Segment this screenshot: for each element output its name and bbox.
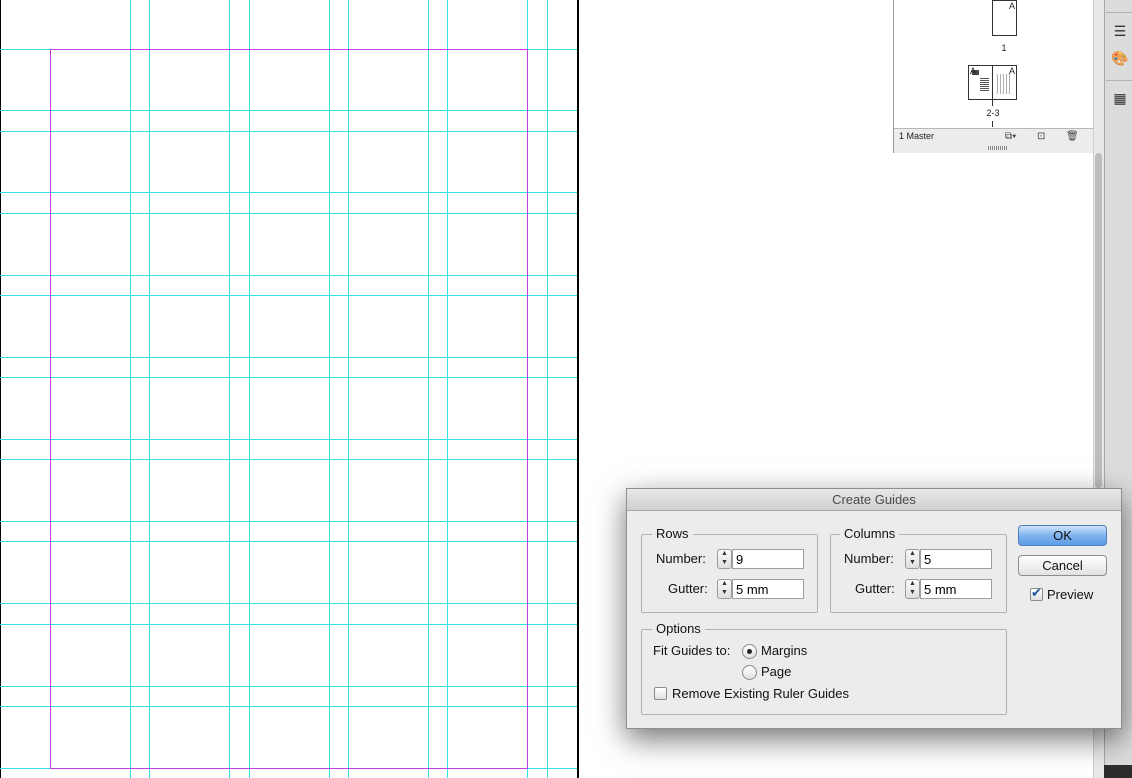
columns-number-label: Number: (844, 551, 894, 566)
panel-resize-grip[interactable] (988, 146, 1008, 150)
rows-number-label: Number: (656, 551, 706, 566)
vertical-guide[interactable] (249, 0, 250, 778)
columns-gutter-label: Gutter: (855, 581, 895, 596)
document-page[interactable] (0, 0, 578, 778)
horizontal-guide[interactable] (0, 192, 577, 193)
fit-page-label[interactable]: Page (761, 664, 791, 679)
page-2-master-label: A (970, 66, 977, 76)
page-1-master-label: A (1009, 1, 1016, 11)
lines-icon[interactable]: ☰ (1111, 23, 1129, 39)
fit-margins-radio[interactable] (742, 644, 757, 659)
margin-guide (527, 49, 528, 769)
horizontal-guide[interactable] (0, 521, 577, 522)
columns-number-field[interactable] (920, 549, 992, 569)
columns-gutter-stepper[interactable] (905, 579, 920, 599)
ok-button[interactable]: OK (1018, 525, 1107, 546)
horizontal-guide[interactable] (0, 624, 577, 625)
horizontal-guide[interactable] (0, 706, 577, 707)
horizontal-guide[interactable] (0, 459, 577, 460)
columns-group (830, 534, 1007, 613)
rows-gutter-field[interactable] (732, 579, 804, 599)
options-group (641, 629, 1007, 715)
columns-gutter-field[interactable] (920, 579, 992, 599)
preview-checkbox[interactable] (1030, 585, 1043, 601)
page-number-1: 1 (1001, 43, 1007, 53)
rows-legend: Rows (652, 526, 693, 541)
swatches-icon[interactable]: 🎨 (1111, 50, 1129, 66)
vertical-guide[interactable] (428, 0, 429, 778)
dock-separator (1106, 12, 1132, 13)
vertical-guide[interactable] (149, 0, 150, 778)
vertical-scroll-thumb[interactable] (1095, 153, 1102, 488)
columns-legend: Columns (840, 526, 900, 541)
vertical-guide[interactable] (348, 0, 349, 778)
text-frame-icon (980, 78, 989, 92)
horizontal-guide[interactable] (0, 131, 577, 132)
vertical-guide[interactable] (447, 0, 448, 778)
remove-guides-checkbox[interactable] (654, 687, 667, 700)
columns-number-stepper[interactable] (905, 549, 920, 569)
rows-number-field[interactable] (732, 549, 804, 569)
dock-separator (1106, 80, 1132, 81)
trash-icon[interactable]: 🗑 (1066, 131, 1079, 142)
vertical-guide[interactable] (229, 0, 230, 778)
horizontal-guide[interactable] (0, 295, 577, 296)
horizontal-guide[interactable] (0, 213, 577, 214)
horizontal-guide[interactable] (0, 686, 577, 687)
horizontal-guide[interactable] (0, 439, 577, 440)
rows-gutter-stepper[interactable] (717, 579, 732, 599)
margin-guide (50, 49, 528, 50)
horizontal-guide[interactable] (0, 357, 577, 358)
create-guides-dialog: Create Guides Rows Number: Gutter: Colum… (626, 488, 1122, 729)
rows-group (641, 534, 818, 613)
preview-label[interactable]: Preview (1047, 587, 1093, 602)
horizontal-guide[interactable] (0, 603, 577, 604)
horizontal-guide[interactable] (0, 541, 577, 542)
options-legend: Options (652, 621, 705, 636)
rows-gutter-label: Gutter: (668, 581, 708, 596)
create-page-icon[interactable]: ⊡ (1037, 131, 1045, 142)
page-3-master-label: A (1009, 66, 1016, 76)
dock-corner (1104, 765, 1132, 778)
grid-frame-icon (997, 74, 1011, 94)
new-page-icon[interactable]: ⧉▾ (1005, 131, 1016, 142)
vertical-guide[interactable] (329, 0, 330, 778)
rows-number-stepper[interactable] (717, 549, 732, 569)
fit-margins-label[interactable]: Margins (761, 643, 807, 658)
vertical-guide[interactable] (547, 0, 548, 778)
remove-guides-label[interactable]: Remove Existing Ruler Guides (672, 686, 849, 701)
spread-spine-mark (992, 100, 993, 106)
page-number-2-3: 2-3 (986, 108, 1000, 118)
spread-spine-mark-bottom (992, 121, 993, 127)
page-left-edge (0, 0, 1, 778)
margin-guide (50, 49, 51, 769)
horizontal-guide[interactable] (0, 377, 577, 378)
horizontal-guide[interactable] (0, 275, 577, 276)
table-icon[interactable]: ▦ (1111, 90, 1129, 106)
cancel-button[interactable]: Cancel (1018, 555, 1107, 576)
pages-status-text: 1 Master (899, 131, 935, 141)
page-right-edge (577, 0, 579, 778)
vertical-guide[interactable] (130, 0, 131, 778)
fit-page-radio[interactable] (742, 665, 757, 680)
margin-guide (50, 768, 528, 769)
horizontal-guide[interactable] (0, 110, 577, 111)
dialog-title[interactable]: Create Guides (627, 489, 1121, 511)
fit-guides-label: Fit Guides to: (653, 643, 731, 658)
